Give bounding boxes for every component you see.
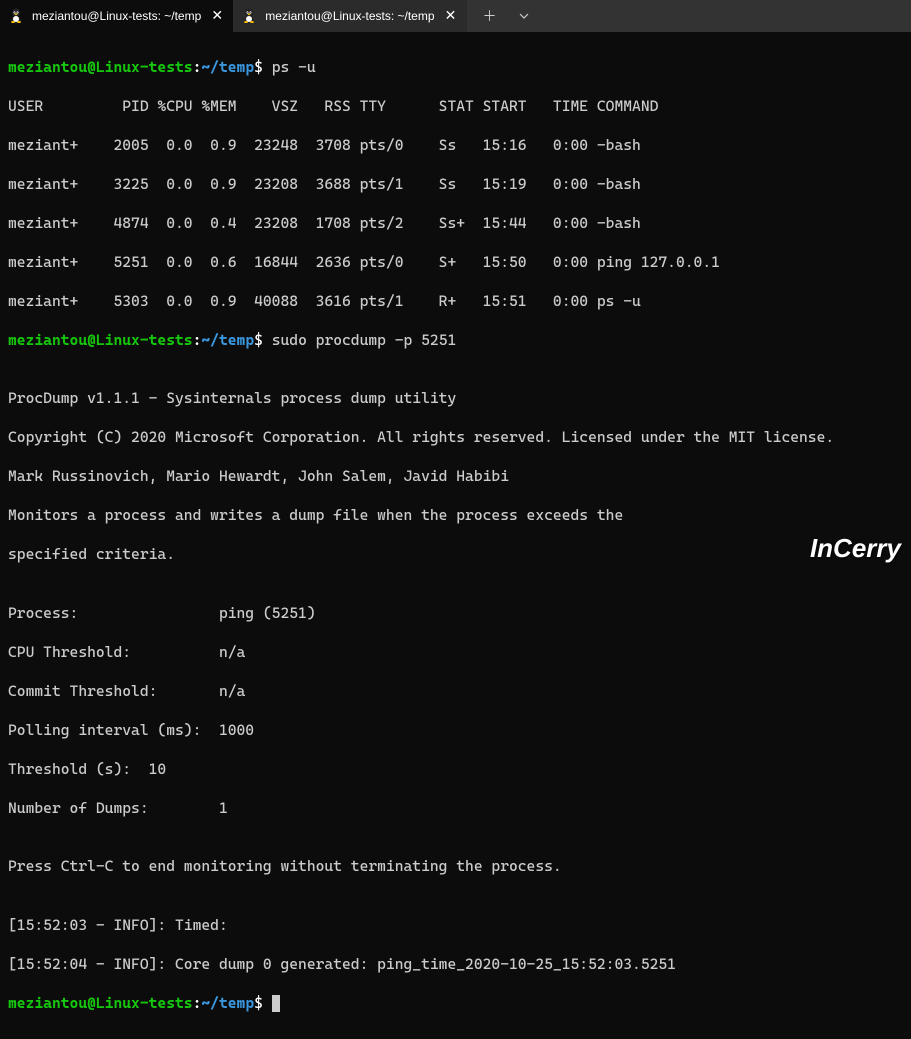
tabbar-actions: ＋ <box>467 1 539 31</box>
dropdown-button[interactable] <box>509 1 539 31</box>
close-icon[interactable]: ✕ <box>443 8 459 24</box>
tux-icon <box>8 8 24 24</box>
log-line: [15:52:03 - INFO]: Timed: <box>8 916 903 936</box>
ps-header: USER PID %CPU %MEM VSZ RSS TTY STAT STAR… <box>8 97 903 117</box>
output-line: ProcDump v1.1.1 - Sysinternals process d… <box>8 389 903 409</box>
ps-row: meziant+ 4874 0.0 0.4 23208 1708 pts/2 S… <box>8 214 903 234</box>
tab-bar: meziantou@Linux-tests: ~/temp ✕ mezianto… <box>0 0 911 32</box>
prompt-symbol: $ <box>254 994 263 1012</box>
prompt-symbol: $ <box>254 58 263 76</box>
output-line: Threshold (s): 10 <box>8 760 903 780</box>
prompt-line: meziantou@Linux-tests:~/temp$ sudo procd… <box>8 331 903 351</box>
prompt-path: ~/temp <box>201 994 254 1012</box>
prompt-user-host: meziantou@Linux-tests <box>8 994 193 1012</box>
close-icon[interactable]: ✕ <box>209 8 225 24</box>
prompt-path: ~/temp <box>201 58 254 76</box>
output-line: Process: ping (5251) <box>8 604 903 624</box>
log-line: [15:52:04 - INFO]: Core dump 0 generated… <box>8 955 903 975</box>
prompt-path: ~/temp <box>201 331 254 349</box>
output-line: Commit Threshold: n/a <box>8 682 903 702</box>
tab-inactive[interactable]: meziantou@Linux-tests: ~/temp ✕ <box>233 0 466 32</box>
prompt-user-host: meziantou@Linux-tests <box>8 331 193 349</box>
tab-title: meziantou@Linux-tests: ~/temp <box>32 9 201 23</box>
output-line: Press Ctrl-C to end monitoring without t… <box>8 857 903 877</box>
output-line: CPU Threshold: n/a <box>8 643 903 663</box>
command-text: ps -u <box>272 58 316 76</box>
output-line: Polling interval (ms): 1000 <box>8 721 903 741</box>
output-line: Number of Dumps: 1 <box>8 799 903 819</box>
command-text: sudo procdump -p 5251 <box>272 331 457 349</box>
new-tab-button[interactable]: ＋ <box>475 1 505 31</box>
ps-row: meziant+ 2005 0.0 0.9 23248 3708 pts/0 S… <box>8 136 903 156</box>
output-line: Copyright (C) 2020 Microsoft Corporation… <box>8 428 903 448</box>
terminal-output[interactable]: meziantou@Linux-tests:~/temp$ ps -u USER… <box>0 32 911 1039</box>
watermark: InCerry <box>810 533 901 564</box>
prompt-symbol: $ <box>254 331 263 349</box>
prompt-user-host: meziantou@Linux-tests <box>8 58 193 76</box>
tab-active[interactable]: meziantou@Linux-tests: ~/temp ✕ <box>0 0 233 32</box>
ps-row: meziant+ 3225 0.0 0.9 23208 3688 pts/1 S… <box>8 175 903 195</box>
output-line: specified criteria. <box>8 545 903 565</box>
prompt-line: meziantou@Linux-tests:~/temp$ <box>8 994 903 1014</box>
prompt-line: meziantou@Linux-tests:~/temp$ ps -u <box>8 58 903 78</box>
tux-icon <box>241 8 257 24</box>
output-line: Monitors a process and writes a dump fil… <box>8 506 903 526</box>
tab-title: meziantou@Linux-tests: ~/temp <box>265 9 434 23</box>
ps-row: meziant+ 5251 0.0 0.6 16844 2636 pts/0 S… <box>8 253 903 273</box>
prompt-sep: : <box>193 994 202 1012</box>
cursor <box>272 995 280 1012</box>
output-line: Mark Russinovich, Mario Hewardt, John Sa… <box>8 467 903 487</box>
ps-row: meziant+ 5303 0.0 0.9 40088 3616 pts/1 R… <box>8 292 903 312</box>
